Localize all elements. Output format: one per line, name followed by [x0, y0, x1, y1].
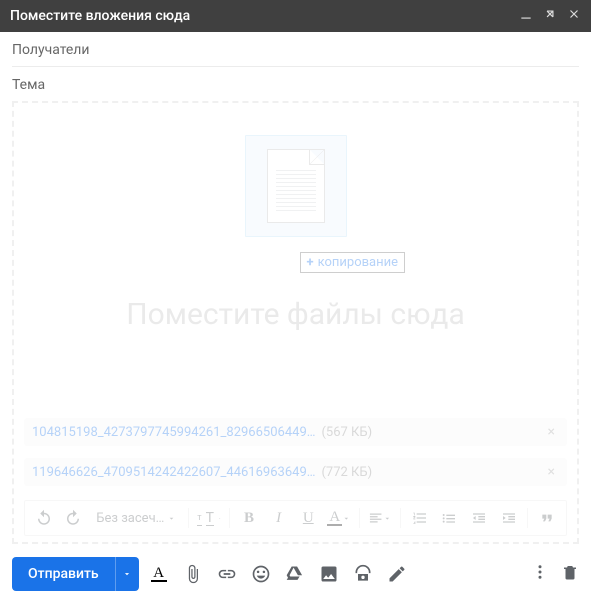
send-button[interactable]: Отправить [12, 557, 115, 591]
insert-link-button[interactable] [217, 564, 237, 584]
font-size-select[interactable]: т T [197, 506, 221, 530]
compose-titlebar: Поместите вложения сюда [0, 0, 591, 32]
remove-attachment-button[interactable]: × [544, 424, 559, 440]
recipients-label: Получатели [12, 42, 90, 58]
attachment-chip[interactable]: 119646626_4709514242422607_44616963649… … [24, 458, 567, 486]
align-button[interactable] [368, 506, 392, 530]
action-bar-right [531, 563, 579, 585]
separator [359, 508, 360, 528]
minimize-button[interactable] [519, 7, 533, 25]
separator [229, 508, 230, 528]
copy-label: копирование [318, 255, 398, 270]
insert-signature-button[interactable] [387, 564, 407, 584]
attachment-chip[interactable]: 104815198_4273797745994261_82966506449… … [24, 418, 567, 446]
confidential-mode-button[interactable] [353, 564, 373, 584]
close-button[interactable] [567, 7, 581, 25]
copy-badge: + копирование [300, 252, 406, 273]
bullet-list-button[interactable] [439, 506, 461, 530]
separator [400, 508, 401, 528]
attachment-name: 104815198_4273797745994261_82966506449… [32, 425, 315, 440]
send-options-button[interactable] [115, 557, 139, 591]
text-formatting-button[interactable]: A [149, 564, 169, 584]
popout-button[interactable] [543, 7, 557, 25]
plus-icon: + [307, 255, 314, 270]
formatting-toolbar: Без засеч… т T B I U A [24, 500, 567, 536]
text-color-button[interactable]: A [327, 506, 351, 530]
send-group: Отправить [12, 557, 139, 591]
insert-image-button[interactable] [319, 564, 339, 584]
chevron-down-icon [167, 514, 176, 523]
font-family-select[interactable]: Без засеч… [92, 511, 180, 526]
attach-file-button[interactable] [183, 564, 203, 584]
redo-button[interactable] [63, 506, 85, 530]
undo-button[interactable] [33, 506, 55, 530]
insert-drive-button[interactable] [285, 564, 305, 584]
attachment-name: 119646626_4709514242422607_44616963649… [32, 465, 315, 480]
insert-emoji-button[interactable] [251, 564, 271, 584]
remove-attachment-button[interactable]: × [544, 464, 559, 480]
more-options-button[interactable] [531, 563, 549, 585]
recipients-field[interactable]: Получатели [12, 32, 579, 67]
underline-button[interactable]: U [297, 506, 319, 530]
attachment-list: 104815198_4273797745994261_82966506449… … [24, 418, 567, 486]
chevron-down-icon [383, 514, 392, 523]
chevron-down-icon [218, 514, 221, 523]
attachment-size: (567 КБ) [321, 425, 372, 440]
attachment-size: (772 КБ) [321, 465, 372, 480]
separator [527, 508, 528, 528]
titlebar-actions [519, 7, 581, 25]
italic-button[interactable]: I [268, 506, 290, 530]
bold-button[interactable]: B [238, 506, 260, 530]
indent-less-button[interactable] [468, 506, 490, 530]
subject-field[interactable]: Тема [12, 67, 579, 101]
subject-placeholder: Тема [12, 77, 45, 93]
indent-more-button[interactable] [498, 506, 520, 530]
insert-tools: A [149, 564, 407, 584]
compose-title: Поместите вложения сюда [10, 8, 519, 24]
compose-body[interactable]: + копирование Поместите файлы сюда 10481… [12, 101, 579, 544]
discard-draft-button[interactable] [561, 563, 579, 585]
quote-button[interactable] [536, 506, 558, 530]
drag-preview: + копирование [245, 135, 347, 237]
separator [188, 508, 189, 528]
action-bar: Отправить A [0, 548, 591, 600]
numbered-list-button[interactable] [409, 506, 431, 530]
document-icon [267, 149, 325, 223]
chevron-down-icon [342, 514, 351, 523]
font-family-label: Без засеч… [96, 511, 164, 526]
drop-hint-text: Поместите файлы сюда [126, 297, 465, 332]
